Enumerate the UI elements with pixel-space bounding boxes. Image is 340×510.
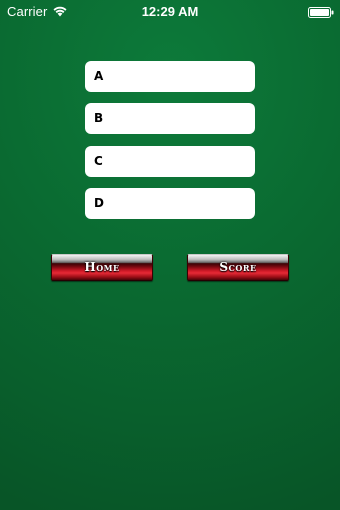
answer-option-b[interactable]: B [85, 103, 255, 134]
answer-option-c[interactable]: C [85, 146, 255, 177]
answer-option-d[interactable]: D [85, 188, 255, 219]
home-button[interactable]: Home [51, 254, 153, 281]
answer-option-a[interactable]: A [85, 61, 255, 92]
status-time: 12:29 AM [141, 4, 199, 19]
battery-icon [308, 6, 334, 18]
status-bar: Carrier 12:29 AM [0, 0, 340, 22]
score-button[interactable]: Score [187, 254, 289, 281]
